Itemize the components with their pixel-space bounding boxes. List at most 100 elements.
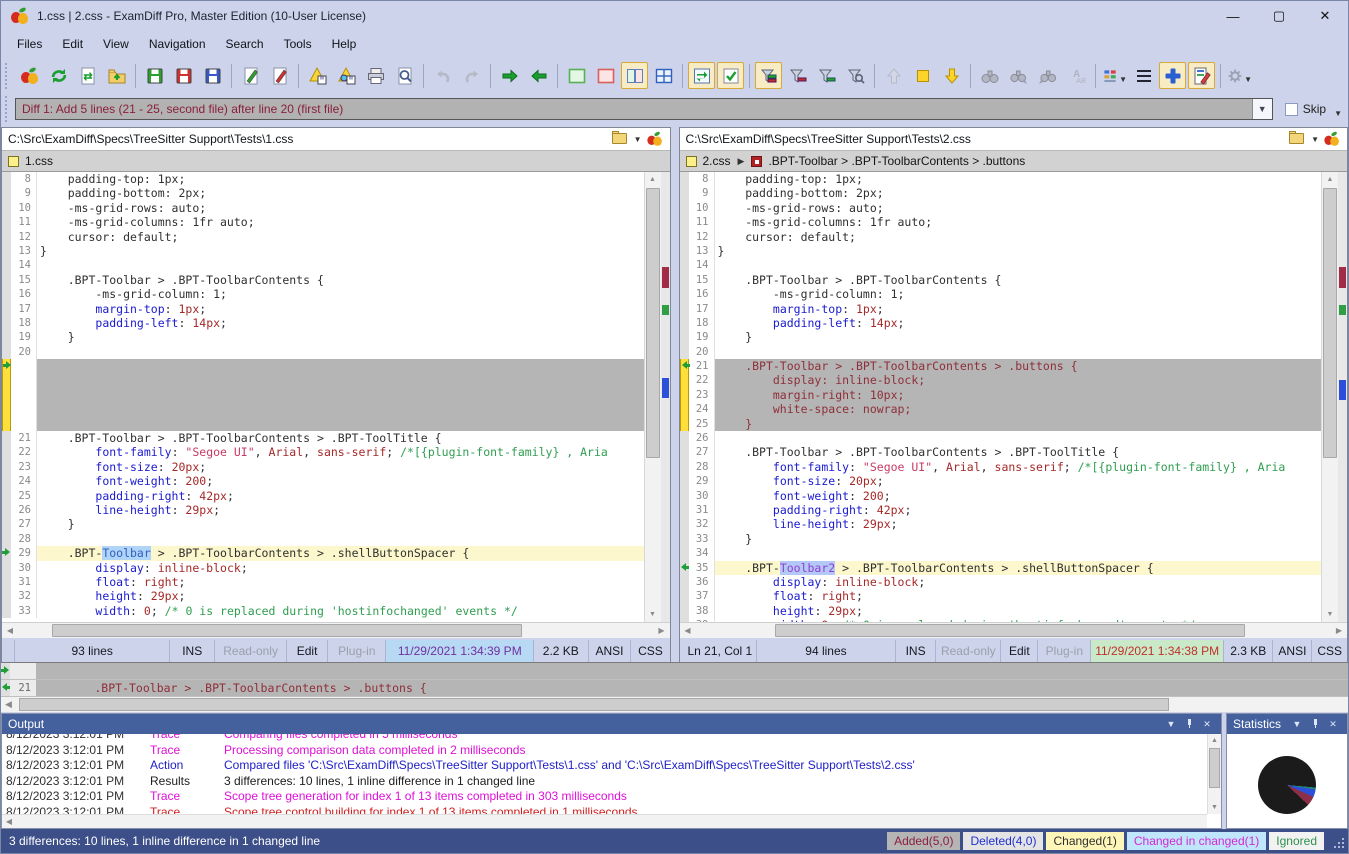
- auto-recompare-icon[interactable]: [717, 62, 744, 89]
- code-text[interactable]: padding-left: 14px;: [715, 316, 1322, 330]
- pin-icon[interactable]: [1181, 719, 1197, 730]
- code-line[interactable]: 13}: [680, 244, 1322, 258]
- code-text[interactable]: .BPT-Toolbar > .BPT-ToolbarContents > .B…: [715, 445, 1322, 459]
- output-log-row[interactable]: 8/12/2023 3:12:01 PM Results 3 differenc…: [2, 774, 1207, 790]
- code-text[interactable]: font-weight: 200;: [37, 474, 644, 488]
- output-log-row[interactable]: 8/12/2023 3:12:01 PM Trace Comparing fil…: [2, 734, 1207, 743]
- compare-icon[interactable]: [647, 132, 662, 146]
- menu-edit[interactable]: Edit: [52, 33, 93, 55]
- code-line[interactable]: 19 }: [680, 330, 1322, 344]
- code-line[interactable]: 16 -ms-grid-column: 1;: [2, 287, 644, 301]
- copy-block-left-icon[interactable]: [525, 62, 552, 89]
- code-line[interactable]: 16 -ms-grid-column: 1;: [680, 287, 1322, 301]
- report-icon[interactable]: [1188, 62, 1215, 89]
- code-text[interactable]: line-height: 29px;: [715, 517, 1322, 531]
- code-text[interactable]: -ms-grid-column: 1;: [715, 287, 1322, 301]
- code-line[interactable]: 14: [680, 258, 1322, 272]
- show-first-pane-icon[interactable]: [563, 62, 590, 89]
- scroll-up-icon[interactable]: ▲: [645, 172, 661, 187]
- code-text[interactable]: [715, 546, 1322, 560]
- code-text[interactable]: [715, 258, 1322, 272]
- code-text[interactable]: font-family: "Segoe UI", Arial, sans-ser…: [37, 445, 644, 459]
- code-line[interactable]: 29 font-size: 20px;: [680, 474, 1322, 488]
- code-text[interactable]: }: [37, 330, 644, 344]
- code-line[interactable]: 18 padding-left: 14px;: [680, 316, 1322, 330]
- code-text[interactable]: }: [715, 532, 1322, 546]
- breadcrumb-item[interactable]: 2.css: [703, 154, 731, 168]
- code-line[interactable]: 36 display: inline-block;: [680, 575, 1322, 589]
- settings-icon[interactable]: ▼: [1226, 62, 1253, 89]
- scrollbar-thumb[interactable]: [646, 188, 660, 458]
- skip-checkbox[interactable]: [1285, 103, 1298, 116]
- code-text[interactable]: }: [715, 244, 1322, 258]
- code-text[interactable]: font-family: "Segoe UI", Arial, sans-ser…: [715, 460, 1322, 474]
- code-text[interactable]: -ms-grid-rows: auto;: [37, 201, 644, 215]
- scroll-left-icon[interactable]: ◀: [1, 697, 16, 712]
- minimize-button[interactable]: —: [1210, 1, 1256, 31]
- code-text[interactable]: padding-top: 1px;: [37, 172, 644, 186]
- code-line[interactable]: 38 height: 29px;: [680, 604, 1322, 618]
- redo-icon[interactable]: [458, 62, 485, 89]
- code-line[interactable]: 17 margin-top: 1px;: [2, 302, 644, 316]
- code-line[interactable]: 11 -ms-grid-columns: 1fr auto;: [680, 215, 1322, 229]
- toolbar-grip[interactable]: [5, 63, 12, 89]
- output-horizontal-scrollbar[interactable]: ◀: [2, 814, 1207, 828]
- code-line[interactable]: 27 .BPT-Toolbar > .BPT-ToolbarContents >…: [680, 445, 1322, 459]
- scroll-up-icon[interactable]: ▲: [1322, 172, 1338, 187]
- plugins-icon[interactable]: [1159, 62, 1186, 89]
- find-next-icon[interactable]: [1005, 62, 1032, 89]
- code-line[interactable]: 26 line-height: 29px;: [2, 503, 644, 517]
- code-text[interactable]: margin-top: 1px;: [37, 302, 644, 316]
- diff-map-mark[interactable]: [662, 378, 669, 398]
- scrollbar-thumb[interactable]: [52, 624, 522, 637]
- code-text[interactable]: [37, 345, 644, 359]
- code-line[interactable]: 15 .BPT-Toolbar > .BPT-ToolbarContents {: [2, 273, 644, 287]
- code-text[interactable]: float: right;: [37, 575, 644, 589]
- code-text[interactable]: padding-bottom: 2px;: [37, 186, 644, 200]
- code-line[interactable]: [2, 388, 644, 402]
- code-text[interactable]: float: right;: [715, 589, 1322, 603]
- diff-map-mark[interactable]: [1339, 305, 1346, 315]
- show-differences-filter-icon[interactable]: [755, 62, 782, 89]
- file-path[interactable]: C:\Src\ExamDiff\Specs\TreeSitter Support…: [686, 132, 1288, 146]
- code-line[interactable]: [2, 373, 644, 387]
- menu-view[interactable]: View: [93, 33, 139, 55]
- code-text[interactable]: padding-right: 42px;: [37, 489, 644, 503]
- code-line[interactable]: 21 .BPT-Toolbar > .BPT-ToolbarContents >…: [680, 359, 1322, 373]
- diff-arrow-icon[interactable]: [2, 548, 11, 557]
- breadcrumb-item[interactable]: 1.css: [25, 154, 53, 168]
- open-files-icon[interactable]: [103, 62, 130, 89]
- hide-added-filter-icon[interactable]: [813, 62, 840, 89]
- code-line[interactable]: 10 -ms-grid-rows: auto;: [2, 201, 644, 215]
- diff-arrow-icon[interactable]: [680, 563, 689, 572]
- vertical-scrollbar[interactable]: ▲ ▼: [644, 172, 661, 622]
- code-text[interactable]: cursor: default;: [715, 230, 1322, 244]
- code-text[interactable]: white-space: nowrap;: [715, 402, 1322, 416]
- code-line[interactable]: 30 font-weight: 200;: [680, 489, 1322, 503]
- output-vertical-scrollbar[interactable]: ▲ ▼: [1207, 734, 1221, 814]
- code-line[interactable]: 15 .BPT-Toolbar > .BPT-ToolbarContents {: [680, 273, 1322, 287]
- horizontal-scrollbar[interactable]: ◀ ▶: [2, 622, 670, 638]
- code-text[interactable]: display: inline-block;: [715, 575, 1322, 589]
- file-path[interactable]: C:\Src\ExamDiff\Specs\TreeSitter Support…: [8, 132, 610, 146]
- diff-selector-combo[interactable]: Diff 1: Add 5 lines (21 - 25, second fil…: [15, 98, 1273, 120]
- code-line[interactable]: 12 cursor: default;: [2, 230, 644, 244]
- folder-icon[interactable]: [612, 133, 628, 145]
- code-line[interactable]: 13}: [2, 244, 644, 258]
- code-line[interactable]: 37 float: right;: [680, 589, 1322, 603]
- maximize-button[interactable]: ▢: [1256, 1, 1302, 31]
- code-text[interactable]: .BPT-Toolbar > .BPT-ToolbarContents {: [37, 273, 644, 287]
- scrollbar-thumb[interactable]: [775, 624, 1245, 637]
- code-text[interactable]: display: inline-block;: [715, 373, 1322, 387]
- close-icon[interactable]: ✕: [1199, 719, 1215, 730]
- edit-second-file-icon[interactable]: [266, 62, 293, 89]
- current-diff-icon[interactable]: [909, 62, 936, 89]
- code-text[interactable]: .BPT-Toolbar > .BPT-ToolbarContents > .B…: [37, 431, 644, 445]
- chevron-down-icon[interactable]: ▼: [1163, 719, 1179, 729]
- vertical-scrollbar[interactable]: ▲ ▼: [1321, 172, 1338, 622]
- code-text[interactable]: height: 29px;: [715, 604, 1322, 618]
- code-line[interactable]: 29 .BPT-Toolbar > .BPT-ToolbarContents >…: [2, 546, 644, 560]
- code-text[interactable]: height: 29px;: [37, 589, 644, 603]
- show-grid-view-icon[interactable]: [650, 62, 677, 89]
- close-icon[interactable]: ✕: [1325, 719, 1341, 730]
